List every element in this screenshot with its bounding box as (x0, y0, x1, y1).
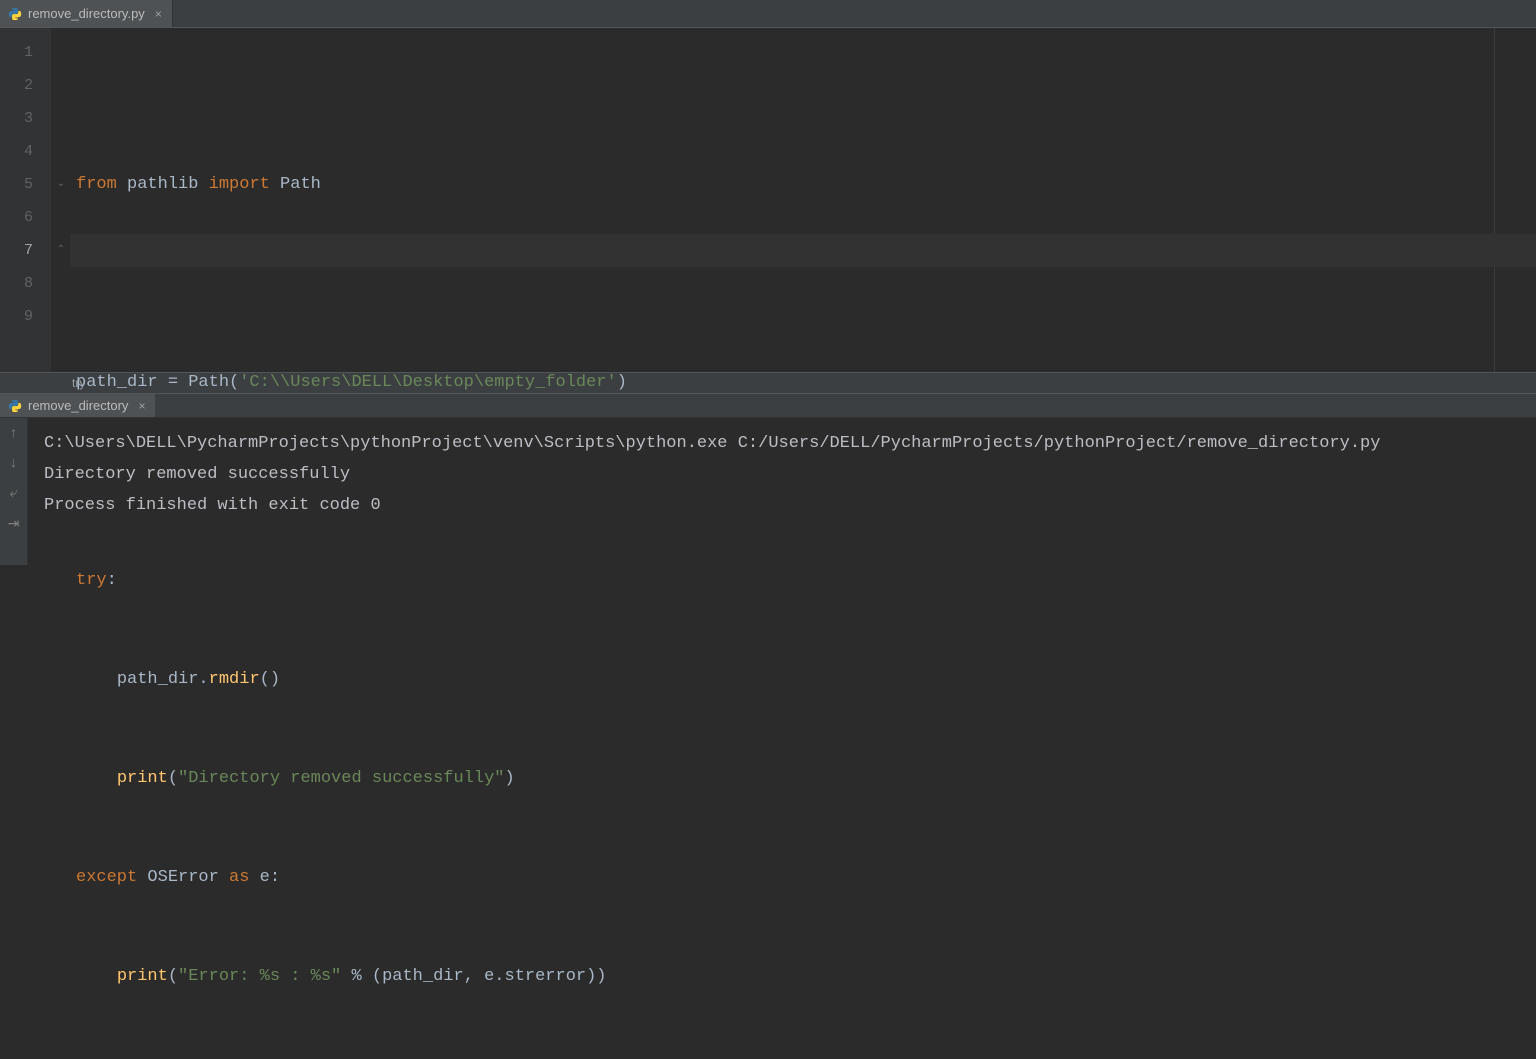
code-editor[interactable]: 1 2 3 4 5 6 7 8 9 ⌄ ⌃ from pathlib impor… (0, 28, 1536, 372)
editor-tab[interactable]: remove_directory.py × (0, 0, 173, 27)
line-number: 4 (0, 135, 33, 168)
run-toolbar: ↑ ↓ ⤶ ⇥ (0, 418, 28, 565)
close-icon[interactable]: × (155, 7, 162, 21)
line-number: 3 (0, 102, 33, 135)
editor-tab-filename: remove_directory.py (28, 6, 145, 21)
line-number: 5 (0, 168, 33, 201)
line-number-gutter: 1 2 3 4 5 6 7 8 9 (0, 28, 52, 372)
line-number: 1 (0, 36, 33, 69)
scroll-down-icon[interactable]: ↓ (4, 454, 24, 474)
python-file-icon (8, 7, 22, 21)
line-number: 2 (0, 69, 33, 102)
current-line-highlight (70, 234, 1536, 267)
fold-end-icon[interactable]: ⌃ (52, 234, 70, 267)
line-number: 6 (0, 201, 33, 234)
scroll-up-icon[interactable]: ↑ (4, 424, 24, 444)
line-number: 9 (0, 300, 33, 333)
line-number: 8 (0, 267, 33, 300)
export-icon[interactable]: ⇥ (4, 514, 24, 534)
fold-gutter: ⌄ ⌃ (52, 28, 70, 372)
right-margin-line (1494, 28, 1495, 372)
editor-tab-bar: remove_directory.py × (0, 0, 1536, 28)
line-number: 7 (0, 234, 33, 267)
fold-start-icon[interactable]: ⌄ (52, 168, 70, 201)
soft-wrap-icon[interactable]: ⤶ (4, 484, 24, 504)
python-run-icon (8, 399, 22, 413)
code-content[interactable]: from pathlib import Path path_dir = Path… (70, 28, 1536, 372)
